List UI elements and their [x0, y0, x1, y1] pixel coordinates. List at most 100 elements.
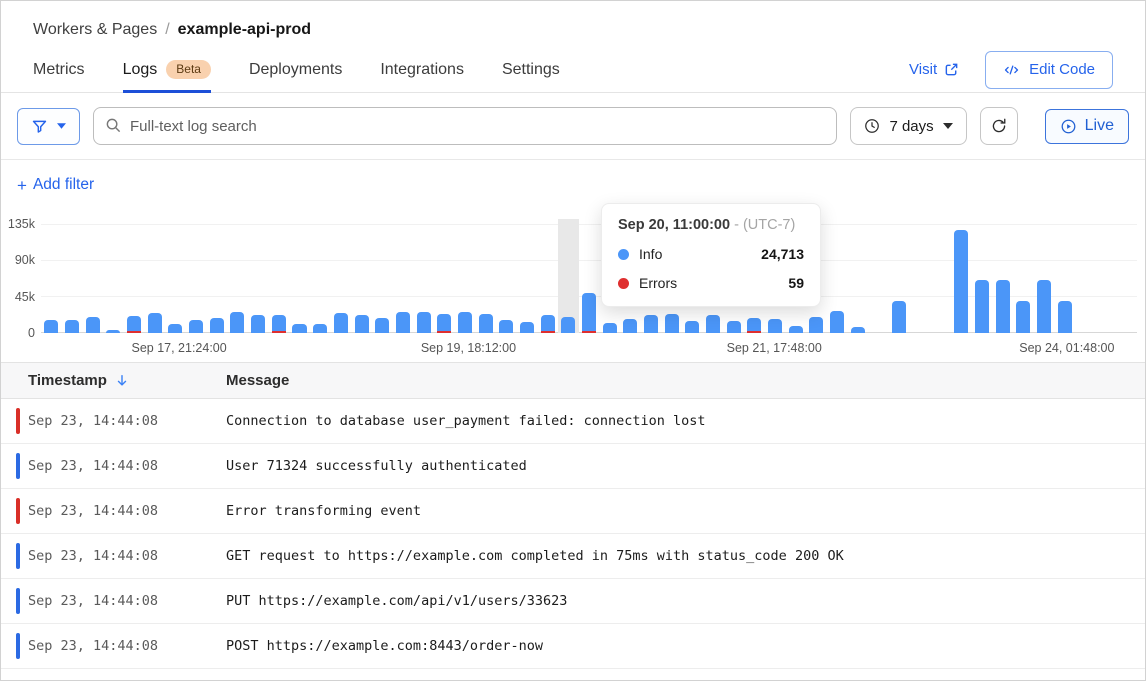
chart-bar[interactable]: [372, 224, 393, 333]
tab-bar-actions: Visit Edit Code: [909, 51, 1113, 89]
log-message: GET request to https://example.com compl…: [226, 548, 1145, 564]
chart-bar[interactable]: [165, 224, 186, 333]
log-message: POST https://example.com:8443/order-now: [226, 638, 1145, 654]
chart-bar[interactable]: [1034, 224, 1055, 333]
search-input[interactable]: [93, 107, 837, 145]
x-axis-tick: Sep 24, 01:48:00: [1019, 341, 1114, 355]
chevron-down-icon: [57, 123, 66, 129]
external-link-icon: [944, 62, 959, 77]
table-row[interactable]: Sep 23, 14:44:08POST https://example.com…: [1, 624, 1145, 669]
filter-toolbar: 7 days Live: [1, 93, 1145, 160]
info-severity-indicator: [16, 633, 20, 659]
timestamp-header-label: Timestamp: [28, 372, 107, 389]
chart-bar[interactable]: [103, 224, 124, 333]
y-axis-tick: 0: [1, 326, 35, 340]
filter-button[interactable]: [17, 108, 80, 145]
table-row[interactable]: Sep 23, 14:44:08User 71324 successfully …: [1, 444, 1145, 489]
chart-bar[interactable]: [517, 224, 538, 333]
refresh-icon: [990, 117, 1008, 135]
tab-settings-label: Settings: [502, 61, 560, 79]
edit-code-label: Edit Code: [1029, 61, 1095, 78]
chart-bar[interactable]: [951, 224, 972, 333]
visit-link[interactable]: Visit: [909, 61, 959, 78]
chart-bar[interactable]: [41, 224, 62, 333]
log-message: Error transforming event: [226, 503, 1145, 519]
chart-bar[interactable]: [268, 224, 289, 333]
tab-metrics-label: Metrics: [33, 61, 85, 79]
play-circle-icon: [1060, 118, 1077, 135]
tabs: Metrics Logs Beta Deployments Integratio…: [33, 47, 560, 92]
tab-logs-label: Logs: [123, 61, 158, 79]
log-volume-chart: 135k 90k 45k 0 Sep 17, 21:24:00Sep 19, 1…: [1, 212, 1145, 362]
table-row[interactable]: Sep 23, 14:44:08GET request to https://e…: [1, 534, 1145, 579]
chart-bar[interactable]: [579, 224, 600, 333]
chart-bar[interactable]: [1013, 224, 1034, 333]
chart-bar[interactable]: [847, 224, 868, 333]
table-row[interactable]: Sep 23, 14:44:08PUT https://example.com/…: [1, 579, 1145, 624]
log-message: User 71324 successfully authenticated: [226, 458, 1145, 474]
tab-metrics[interactable]: Metrics: [33, 47, 85, 92]
chart-bar[interactable]: [1054, 224, 1075, 333]
chart-bar[interactable]: [186, 224, 207, 333]
chart-bar[interactable]: [558, 224, 579, 333]
error-severity-indicator: [16, 498, 20, 524]
chart-bar[interactable]: [434, 224, 455, 333]
tooltip-separator: -: [734, 217, 739, 233]
tab-integrations[interactable]: Integrations: [380, 47, 464, 92]
tooltip-errors-value: 59: [788, 275, 804, 291]
breadcrumb: Workers & Pages / example-api-prod: [1, 1, 1145, 39]
table-row[interactable]: Sep 23, 14:44:08Error transforming event: [1, 489, 1145, 534]
tab-logs[interactable]: Logs Beta: [123, 47, 211, 92]
chart-tooltip: Sep 20, 11:00:00 - (UTC-7) Info 24,713 E…: [601, 203, 821, 307]
chart-bar[interactable]: [124, 224, 145, 333]
breadcrumb-link-workers-pages[interactable]: Workers & Pages: [33, 21, 157, 39]
code-icon: [1003, 63, 1020, 77]
chart-bar[interactable]: [992, 224, 1013, 333]
timestamp-column-header[interactable]: Timestamp: [1, 372, 226, 389]
chart-bar[interactable]: [496, 224, 517, 333]
add-filter-link[interactable]: + Add filter: [17, 176, 94, 194]
edit-code-button[interactable]: Edit Code: [985, 51, 1113, 89]
live-button[interactable]: Live: [1045, 109, 1129, 144]
chart-bar[interactable]: [827, 224, 848, 333]
y-axis-tick: 45k: [1, 290, 35, 304]
chart-bar[interactable]: [82, 224, 103, 333]
x-axis-tick: Sep 19, 18:12:00: [421, 341, 516, 355]
visit-link-label: Visit: [909, 61, 937, 78]
y-axis-tick: 135k: [1, 217, 35, 231]
chart-bar[interactable]: [889, 224, 910, 333]
tooltip-row-errors: Errors 59: [618, 275, 804, 291]
chart-bar[interactable]: [393, 224, 414, 333]
message-header-label: Message: [226, 372, 289, 389]
tab-deployments[interactable]: Deployments: [249, 47, 342, 92]
search-wrap: [93, 107, 837, 145]
chart-bar[interactable]: [289, 224, 310, 333]
chart-bar[interactable]: [310, 224, 331, 333]
chart-bar[interactable]: [475, 224, 496, 333]
x-axis-tick: Sep 17, 21:24:00: [131, 341, 226, 355]
chart-bar[interactable]: [227, 224, 248, 333]
x-axis-tick: Sep 21, 17:48:00: [727, 341, 822, 355]
chart-bar[interactable]: [331, 224, 352, 333]
chart-bar[interactable]: [413, 224, 434, 333]
chart-bar[interactable]: [537, 224, 558, 333]
chart-bar[interactable]: [62, 224, 83, 333]
time-range-select[interactable]: 7 days: [850, 107, 966, 145]
chart-bar[interactable]: [144, 224, 165, 333]
refresh-button[interactable]: [980, 107, 1018, 145]
table-row[interactable]: Sep 23, 14:44:08Connection to database u…: [1, 399, 1145, 444]
live-label: Live: [1085, 117, 1114, 135]
chart-bar[interactable]: [206, 224, 227, 333]
chart-bar[interactable]: [351, 224, 372, 333]
tooltip-timestamp: Sep 20, 11:00:00: [618, 217, 730, 233]
chart-plot[interactable]: Sep 17, 21:24:00Sep 19, 18:12:00Sep 21, …: [41, 224, 1137, 333]
chart-bar[interactable]: [248, 224, 269, 333]
tab-settings[interactable]: Settings: [502, 47, 560, 92]
log-timestamp: Sep 23, 14:44:08: [1, 458, 226, 474]
chart-bar[interactable]: [455, 224, 476, 333]
error-dot-icon: [618, 278, 629, 289]
sort-descending-icon: [115, 373, 129, 388]
info-severity-indicator: [16, 453, 20, 479]
error-severity-indicator: [16, 408, 20, 434]
chart-bar[interactable]: [972, 224, 993, 333]
